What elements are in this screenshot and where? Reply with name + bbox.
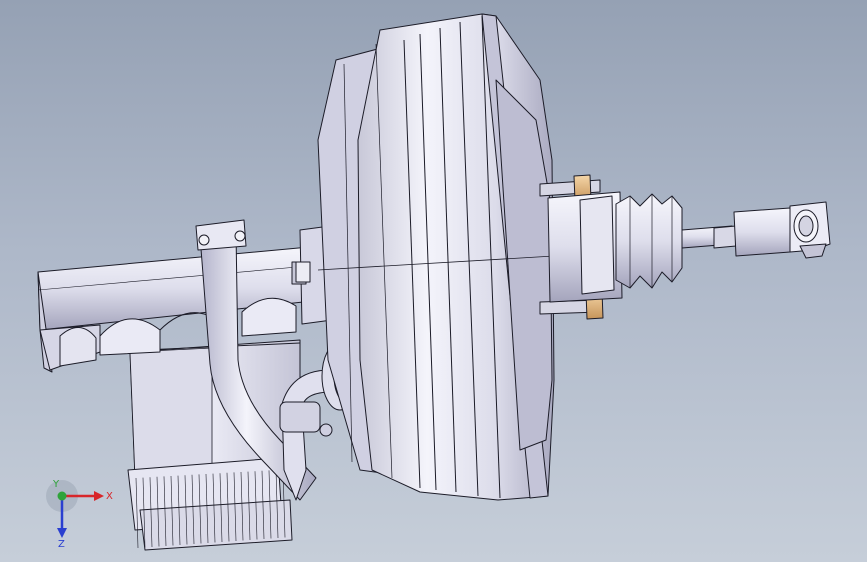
y-axis-label: Y [52, 479, 60, 490]
push-rod[interactable] [681, 225, 737, 249]
brake-booster-assembly-model[interactable] [0, 0, 867, 562]
vacuum-booster-shell[interactable] [295, 13, 555, 501]
reservoir-cap[interactable] [127, 457, 293, 551]
rear-hub[interactable] [547, 191, 623, 303]
orientation-triad[interactable]: X Y Z [44, 478, 124, 548]
cad-3d-viewport[interactable]: X Y Z [0, 0, 867, 562]
rubber-dust-boot[interactable] [615, 193, 683, 289]
y-axis-dot [57, 491, 67, 501]
clevis-fork[interactable] [733, 201, 831, 259]
z-axis-label: Z [58, 539, 65, 548]
x-axis-label: X [106, 491, 113, 502]
